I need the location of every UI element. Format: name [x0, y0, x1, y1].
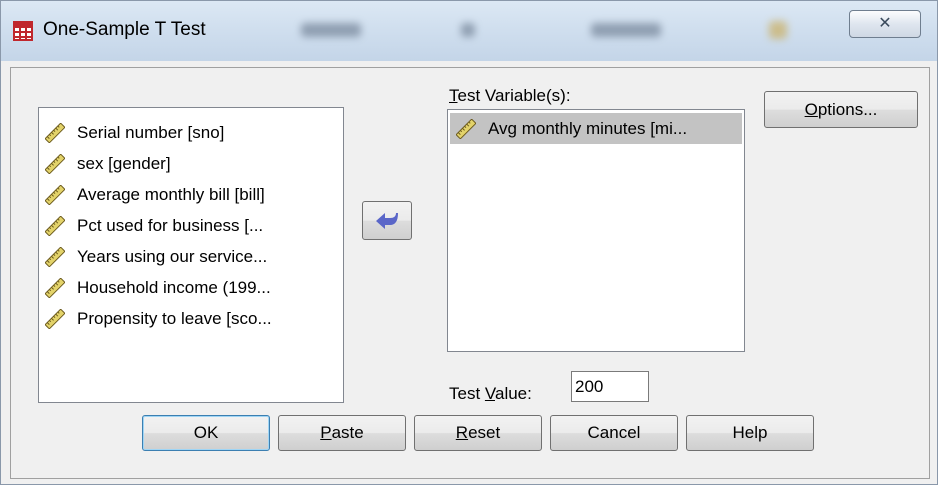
- table-icon: [13, 21, 33, 41]
- variable-label: Average monthly bill [bill]: [77, 184, 265, 204]
- help-button[interactable]: Help: [686, 415, 814, 451]
- test-value-text: 200: [575, 377, 604, 396]
- help-label: Help: [732, 423, 768, 442]
- test-value-label: Test Value:: [449, 384, 532, 404]
- test-value-label-post: alue:: [494, 384, 532, 403]
- variable-label: Pct used for business [...: [77, 215, 264, 235]
- list-item[interactable]: Average monthly bill [bill]: [39, 179, 343, 210]
- test-variables-label: Test Variable(s):: [449, 86, 571, 106]
- background-blur: [591, 23, 661, 37]
- paste-mnemonic: P: [320, 423, 332, 442]
- ruler-scale-icon: [45, 215, 65, 236]
- background-blur: [461, 23, 475, 37]
- paste-label-rest: aste: [331, 423, 364, 442]
- background-blur: [769, 21, 787, 39]
- ruler-scale-icon: [45, 277, 65, 298]
- variable-label: sex [gender]: [77, 153, 171, 173]
- close-button[interactable]: ✕: [849, 10, 921, 38]
- test-variables-label-rest: est Variable(s):: [457, 86, 571, 105]
- ruler-scale-icon: [45, 308, 65, 329]
- source-variable-list[interactable]: Serial number [sno] sex [gender] Average m…: [38, 107, 344, 403]
- list-item[interactable]: Household income (199...: [39, 272, 343, 303]
- reset-button[interactable]: Reset: [414, 415, 542, 451]
- variable-label: Propensity to leave [sco...: [77, 308, 272, 328]
- reset-label-rest: eset: [468, 423, 501, 442]
- list-item[interactable]: Serial number [sno]: [39, 117, 343, 148]
- ruler-scale-icon: [45, 153, 65, 174]
- move-variable-button[interactable]: [362, 201, 412, 240]
- ruler-scale-icon: [456, 118, 476, 139]
- test-variables-mnemonic: T: [449, 86, 458, 105]
- test-value-label-pre: Test: [449, 384, 485, 403]
- variable-label: Avg monthly minutes [mi...: [488, 118, 688, 138]
- dialog-body: Serial number [sno] sex [gender] Average m…: [10, 67, 930, 479]
- paste-button[interactable]: Paste: [278, 415, 406, 451]
- ok-label: OK: [193, 423, 219, 442]
- ok-button[interactable]: OK: [142, 415, 270, 451]
- ruler-scale-icon: [45, 246, 65, 267]
- options-label-rest: ptions...: [817, 100, 878, 119]
- list-item[interactable]: Avg monthly minutes [mi...: [450, 113, 742, 144]
- variable-label: Household income (199...: [77, 277, 271, 297]
- list-item[interactable]: Propensity to leave [sco...: [39, 303, 343, 334]
- arrow-left-icon: [376, 213, 398, 229]
- options-mnemonic: O: [804, 100, 818, 119]
- variable-label: Years using our service...: [77, 246, 268, 266]
- list-item[interactable]: Years using our service...: [39, 241, 343, 272]
- ruler-scale-icon: [45, 122, 65, 143]
- title-bar[interactable]: One-Sample T Test ✕: [1, 1, 937, 61]
- options-button[interactable]: Options...: [764, 91, 918, 128]
- test-value-input[interactable]: 200: [571, 371, 649, 402]
- background-blur: [301, 23, 361, 37]
- variable-label: Serial number [sno]: [77, 122, 225, 142]
- cancel-button[interactable]: Cancel: [550, 415, 678, 451]
- window-title: One-Sample T Test: [43, 19, 206, 40]
- cancel-label: Cancel: [587, 423, 641, 442]
- list-item[interactable]: sex [gender]: [39, 148, 343, 179]
- test-value-mnemonic: V: [484, 384, 495, 403]
- ruler-scale-icon: [45, 184, 65, 205]
- dialog-window: One-Sample T Test ✕ Serial number [sno] s…: [0, 0, 938, 485]
- test-variable-list[interactable]: Avg monthly minutes [mi...: [447, 109, 745, 352]
- close-icon: ✕: [878, 15, 892, 32]
- list-item[interactable]: Pct used for business [...: [39, 210, 343, 241]
- reset-mnemonic: R: [455, 423, 469, 442]
